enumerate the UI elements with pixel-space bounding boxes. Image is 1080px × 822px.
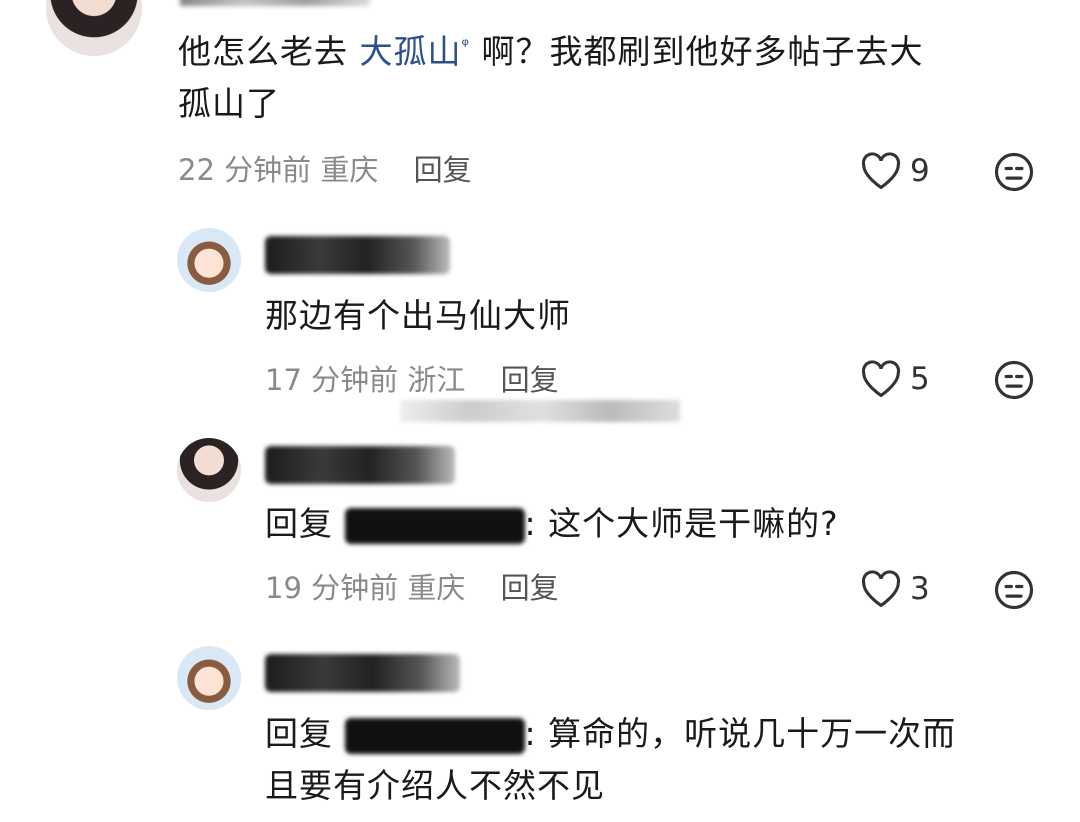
heart-icon	[861, 152, 901, 190]
mentioned-user-blurred[interactable]	[344, 717, 525, 754]
reply-button[interactable]: 回复	[414, 153, 472, 187]
reply-meta: 17 分钟前 浙江 回复	[265, 360, 559, 400]
like-count: 9	[910, 153, 930, 189]
reply-body: : 算命的，听说几十万一次而	[524, 714, 957, 753]
username-blurred[interactable]	[265, 236, 450, 274]
timestamp: 19 分钟前	[265, 571, 399, 605]
like-button[interactable]: 5	[860, 360, 930, 398]
reply-prefix: 回复	[265, 714, 333, 753]
timestamp: 22 分钟前	[178, 153, 312, 187]
reply-body: : 这个大师是干嘛的?	[524, 504, 839, 543]
expand-replies-blurred[interactable]	[400, 400, 680, 422]
reply-meta: 19 分钟前 重庆 回复	[265, 568, 559, 608]
reply-button[interactable]: 回复	[501, 571, 559, 605]
mentioned-user-blurred[interactable]	[344, 507, 525, 544]
comment-text-part: 他怎么老去	[178, 32, 360, 71]
like-count: 3	[910, 571, 930, 607]
comment-text-line2: 孤山了	[178, 84, 280, 123]
avatar[interactable]	[177, 646, 241, 710]
heart-icon	[861, 570, 901, 608]
avatar[interactable]	[177, 228, 241, 292]
search-icon[interactable]: ᵠ	[462, 35, 470, 56]
location: 重庆	[320, 153, 379, 187]
location: 重庆	[407, 571, 466, 605]
avatar[interactable]	[46, 0, 142, 56]
like-button[interactable]: 9	[860, 152, 930, 190]
comment-text: 他怎么老去 大孤山ᵠ 啊？我都刷到他好多帖子去大 孤山了	[178, 20, 1058, 130]
username-blurred[interactable]	[265, 446, 455, 484]
username-blurred[interactable]	[265, 654, 460, 692]
reply-prefix: 回复	[265, 504, 333, 543]
like-button[interactable]: 3	[860, 570, 930, 608]
location: 浙江	[407, 363, 466, 397]
heart-icon	[861, 360, 901, 398]
dislike-icon[interactable]	[993, 569, 1035, 611]
reply-text: 那边有个出马仙大师	[265, 296, 571, 335]
like-count: 5	[910, 361, 930, 397]
timestamp: 17 分钟前	[265, 363, 399, 397]
dislike-icon[interactable]	[993, 359, 1035, 401]
reply-text: 回复 : 这个大师是干嘛的?	[265, 498, 839, 550]
reply-text: 回复 : 算命的，听说几十万一次而 且要有介绍人不然不见	[265, 708, 1055, 812]
reply-body-line2: 且要有介绍人不然不见	[265, 766, 605, 805]
dislike-icon[interactable]	[993, 151, 1035, 193]
reply-button[interactable]: 回复	[501, 363, 559, 397]
username-blurred[interactable]	[180, 0, 370, 6]
comment-meta: 22 分钟前 重庆 回复	[178, 150, 472, 190]
comment-text-part: 啊？我都刷到他好多帖子去大	[469, 32, 924, 71]
topic-link[interactable]: 大孤山	[360, 32, 462, 71]
avatar[interactable]	[177, 438, 241, 502]
